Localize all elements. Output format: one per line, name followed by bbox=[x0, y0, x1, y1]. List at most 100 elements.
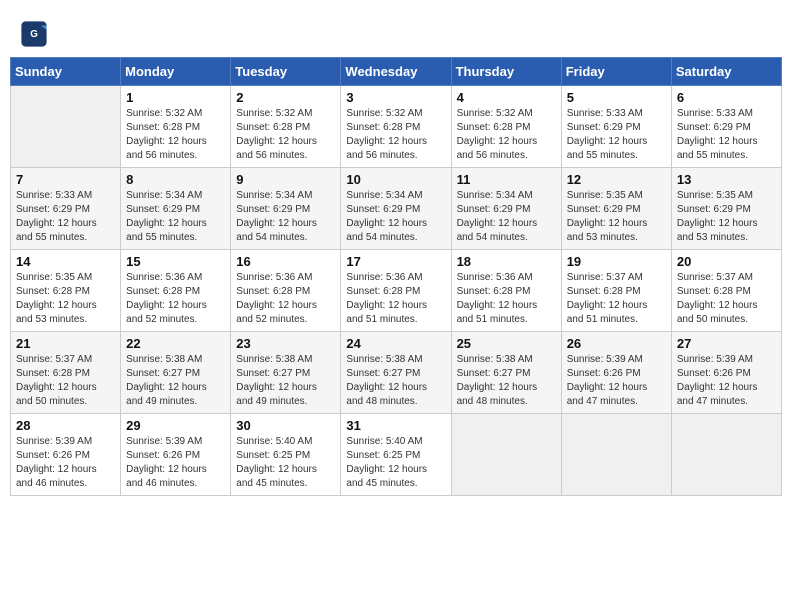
day-number: 1 bbox=[126, 90, 225, 105]
cell-info: Sunrise: 5:33 AM Sunset: 6:29 PM Dayligh… bbox=[677, 107, 776, 163]
calendar-cell: 14 Sunrise: 5:35 AM Sunset: 6:28 PM Dayli… bbox=[11, 250, 121, 332]
day-number: 15 bbox=[126, 254, 225, 269]
day-number: 28 bbox=[16, 418, 115, 433]
cell-info: Sunrise: 5:35 AM Sunset: 6:29 PM Dayligh… bbox=[567, 189, 666, 245]
calendar-week: 1 Sunrise: 5:32 AM Sunset: 6:28 PM Daylig… bbox=[11, 86, 782, 168]
day-number: 13 bbox=[677, 172, 776, 187]
logo: G bbox=[20, 20, 52, 48]
calendar-cell: 16 Sunrise: 5:36 AM Sunset: 6:28 PM Dayli… bbox=[231, 250, 341, 332]
day-number: 16 bbox=[236, 254, 335, 269]
calendar-cell bbox=[561, 414, 671, 496]
calendar-cell: 11 Sunrise: 5:34 AM Sunset: 6:29 PM Dayli… bbox=[451, 168, 561, 250]
day-number: 7 bbox=[16, 172, 115, 187]
cell-info: Sunrise: 5:34 AM Sunset: 6:29 PM Dayligh… bbox=[457, 189, 556, 245]
day-number: 22 bbox=[126, 336, 225, 351]
calendar-cell bbox=[11, 86, 121, 168]
calendar-cell: 9Sunrise: 5:34 AM Sunset: 6:29 PM Daylig… bbox=[231, 168, 341, 250]
calendar-week: 21 Sunrise: 5:37 AM Sunset: 6:28 PM Dayli… bbox=[11, 332, 782, 414]
calendar-cell bbox=[451, 414, 561, 496]
calendar-cell: 10Sunrise: 5:34 AM Sunset: 6:29 PM Dayli… bbox=[341, 168, 451, 250]
cell-info: Sunrise: 5:36 AM Sunset: 6:28 PM Dayligh… bbox=[346, 271, 445, 327]
cell-info: Sunrise: 5:39 AM Sunset: 6:26 PM Dayligh… bbox=[677, 353, 776, 409]
calendar-cell: 3Sunrise: 5:32 AM Sunset: 6:28 PM Daylig… bbox=[341, 86, 451, 168]
weekday-header: Saturday bbox=[671, 58, 781, 86]
cell-info: Sunrise: 5:40 AM Sunset: 6:25 PM Dayligh… bbox=[346, 435, 445, 491]
day-number: 18 bbox=[457, 254, 556, 269]
day-number: 8 bbox=[126, 172, 225, 187]
cell-info: Sunrise: 5:37 AM Sunset: 6:28 PM Dayligh… bbox=[677, 271, 776, 327]
day-number: 20 bbox=[677, 254, 776, 269]
weekday-header: Monday bbox=[121, 58, 231, 86]
cell-info: Sunrise: 5:38 AM Sunset: 6:27 PM Dayligh… bbox=[236, 353, 335, 409]
calendar-week: 14 Sunrise: 5:35 AM Sunset: 6:28 PM Dayli… bbox=[11, 250, 782, 332]
calendar-cell: 29 Sunrise: 5:39 AM Sunset: 6:26 PM Dayli… bbox=[121, 414, 231, 496]
day-number: 9 bbox=[236, 172, 335, 187]
day-number: 4 bbox=[457, 90, 556, 105]
cell-info: Sunrise: 5:32 AM Sunset: 6:28 PM Dayligh… bbox=[457, 107, 556, 163]
day-number: 11 bbox=[457, 172, 556, 187]
calendar-cell: 8 Sunrise: 5:34 AM Sunset: 6:29 PM Daylig… bbox=[121, 168, 231, 250]
cell-info: Sunrise: 5:38 AM Sunset: 6:27 PM Dayligh… bbox=[346, 353, 445, 409]
calendar-cell: 5Sunrise: 5:33 AM Sunset: 6:29 PM Daylig… bbox=[561, 86, 671, 168]
cell-info: Sunrise: 5:39 AM Sunset: 6:26 PM Dayligh… bbox=[567, 353, 666, 409]
weekday-header: Wednesday bbox=[341, 58, 451, 86]
cell-info: Sunrise: 5:36 AM Sunset: 6:28 PM Dayligh… bbox=[126, 271, 225, 327]
calendar-cell: 30Sunrise: 5:40 AM Sunset: 6:25 PM Dayli… bbox=[231, 414, 341, 496]
cell-info: Sunrise: 5:39 AM Sunset: 6:26 PM Dayligh… bbox=[126, 435, 225, 491]
day-number: 23 bbox=[236, 336, 335, 351]
cell-info: Sunrise: 5:33 AM Sunset: 6:29 PM Dayligh… bbox=[16, 189, 115, 245]
cell-info: Sunrise: 5:32 AM Sunset: 6:28 PM Dayligh… bbox=[126, 107, 225, 163]
calendar-cell: 4 Sunrise: 5:32 AM Sunset: 6:28 PM Daylig… bbox=[451, 86, 561, 168]
day-number: 14 bbox=[16, 254, 115, 269]
day-number: 24 bbox=[346, 336, 445, 351]
calendar-cell: 27 Sunrise: 5:39 AM Sunset: 6:26 PM Dayli… bbox=[671, 332, 781, 414]
day-number: 31 bbox=[346, 418, 445, 433]
calendar-cell: 20 Sunrise: 5:37 AM Sunset: 6:28 PM Dayli… bbox=[671, 250, 781, 332]
day-number: 19 bbox=[567, 254, 666, 269]
cell-info: Sunrise: 5:38 AM Sunset: 6:27 PM Dayligh… bbox=[457, 353, 556, 409]
calendar-cell: 7 Sunrise: 5:33 AM Sunset: 6:29 PM Daylig… bbox=[11, 168, 121, 250]
day-number: 21 bbox=[16, 336, 115, 351]
weekday-header: Friday bbox=[561, 58, 671, 86]
calendar-cell: 17Sunrise: 5:36 AM Sunset: 6:28 PM Dayli… bbox=[341, 250, 451, 332]
cell-info: Sunrise: 5:34 AM Sunset: 6:29 PM Dayligh… bbox=[126, 189, 225, 245]
page-header: G bbox=[10, 10, 782, 53]
cell-info: Sunrise: 5:39 AM Sunset: 6:26 PM Dayligh… bbox=[16, 435, 115, 491]
cell-info: Sunrise: 5:32 AM Sunset: 6:28 PM Dayligh… bbox=[236, 107, 335, 163]
weekday-header: Thursday bbox=[451, 58, 561, 86]
calendar-cell: 12 Sunrise: 5:35 AM Sunset: 6:29 PM Dayli… bbox=[561, 168, 671, 250]
day-number: 6 bbox=[677, 90, 776, 105]
weekday-header: Tuesday bbox=[231, 58, 341, 86]
cell-info: Sunrise: 5:35 AM Sunset: 6:29 PM Dayligh… bbox=[677, 189, 776, 245]
day-number: 29 bbox=[126, 418, 225, 433]
cell-info: Sunrise: 5:34 AM Sunset: 6:29 PM Dayligh… bbox=[346, 189, 445, 245]
cell-info: Sunrise: 5:36 AM Sunset: 6:28 PM Dayligh… bbox=[236, 271, 335, 327]
calendar-cell: 6 Sunrise: 5:33 AM Sunset: 6:29 PM Daylig… bbox=[671, 86, 781, 168]
day-number: 25 bbox=[457, 336, 556, 351]
calendar-cell: 18Sunrise: 5:36 AM Sunset: 6:28 PM Dayli… bbox=[451, 250, 561, 332]
calendar-cell: 13 Sunrise: 5:35 AM Sunset: 6:29 PM Dayli… bbox=[671, 168, 781, 250]
day-number: 30 bbox=[236, 418, 335, 433]
calendar-cell: 21 Sunrise: 5:37 AM Sunset: 6:28 PM Dayli… bbox=[11, 332, 121, 414]
day-number: 27 bbox=[677, 336, 776, 351]
calendar-cell: 2Sunrise: 5:32 AM Sunset: 6:28 PM Daylig… bbox=[231, 86, 341, 168]
calendar-cell: 26Sunrise: 5:39 AM Sunset: 6:26 PM Dayli… bbox=[561, 332, 671, 414]
calendar-cell: 22Sunrise: 5:38 AM Sunset: 6:27 PM Dayli… bbox=[121, 332, 231, 414]
cell-info: Sunrise: 5:35 AM Sunset: 6:28 PM Dayligh… bbox=[16, 271, 115, 327]
calendar-header: SundayMondayTuesdayWednesdayThursdayFrid… bbox=[11, 58, 782, 86]
cell-info: Sunrise: 5:37 AM Sunset: 6:28 PM Dayligh… bbox=[567, 271, 666, 327]
calendar-cell: 15 Sunrise: 5:36 AM Sunset: 6:28 PM Dayli… bbox=[121, 250, 231, 332]
cell-info: Sunrise: 5:32 AM Sunset: 6:28 PM Dayligh… bbox=[346, 107, 445, 163]
calendar-cell: 19 Sunrise: 5:37 AM Sunset: 6:28 PM Dayli… bbox=[561, 250, 671, 332]
calendar-cell: 24 Sunrise: 5:38 AM Sunset: 6:27 PM Dayli… bbox=[341, 332, 451, 414]
cell-info: Sunrise: 5:37 AM Sunset: 6:28 PM Dayligh… bbox=[16, 353, 115, 409]
calendar-cell: 1 Sunrise: 5:32 AM Sunset: 6:28 PM Daylig… bbox=[121, 86, 231, 168]
day-number: 5 bbox=[567, 90, 666, 105]
calendar-week: 7 Sunrise: 5:33 AM Sunset: 6:29 PM Daylig… bbox=[11, 168, 782, 250]
calendar-cell bbox=[671, 414, 781, 496]
calendar-table: SundayMondayTuesdayWednesdayThursdayFrid… bbox=[10, 57, 782, 496]
calendar-week: 28 Sunrise: 5:39 AM Sunset: 6:26 PM Dayli… bbox=[11, 414, 782, 496]
calendar-cell: 31 Sunrise: 5:40 AM Sunset: 6:25 PM Dayli… bbox=[341, 414, 451, 496]
calendar-cell: 28 Sunrise: 5:39 AM Sunset: 6:26 PM Dayli… bbox=[11, 414, 121, 496]
day-number: 12 bbox=[567, 172, 666, 187]
